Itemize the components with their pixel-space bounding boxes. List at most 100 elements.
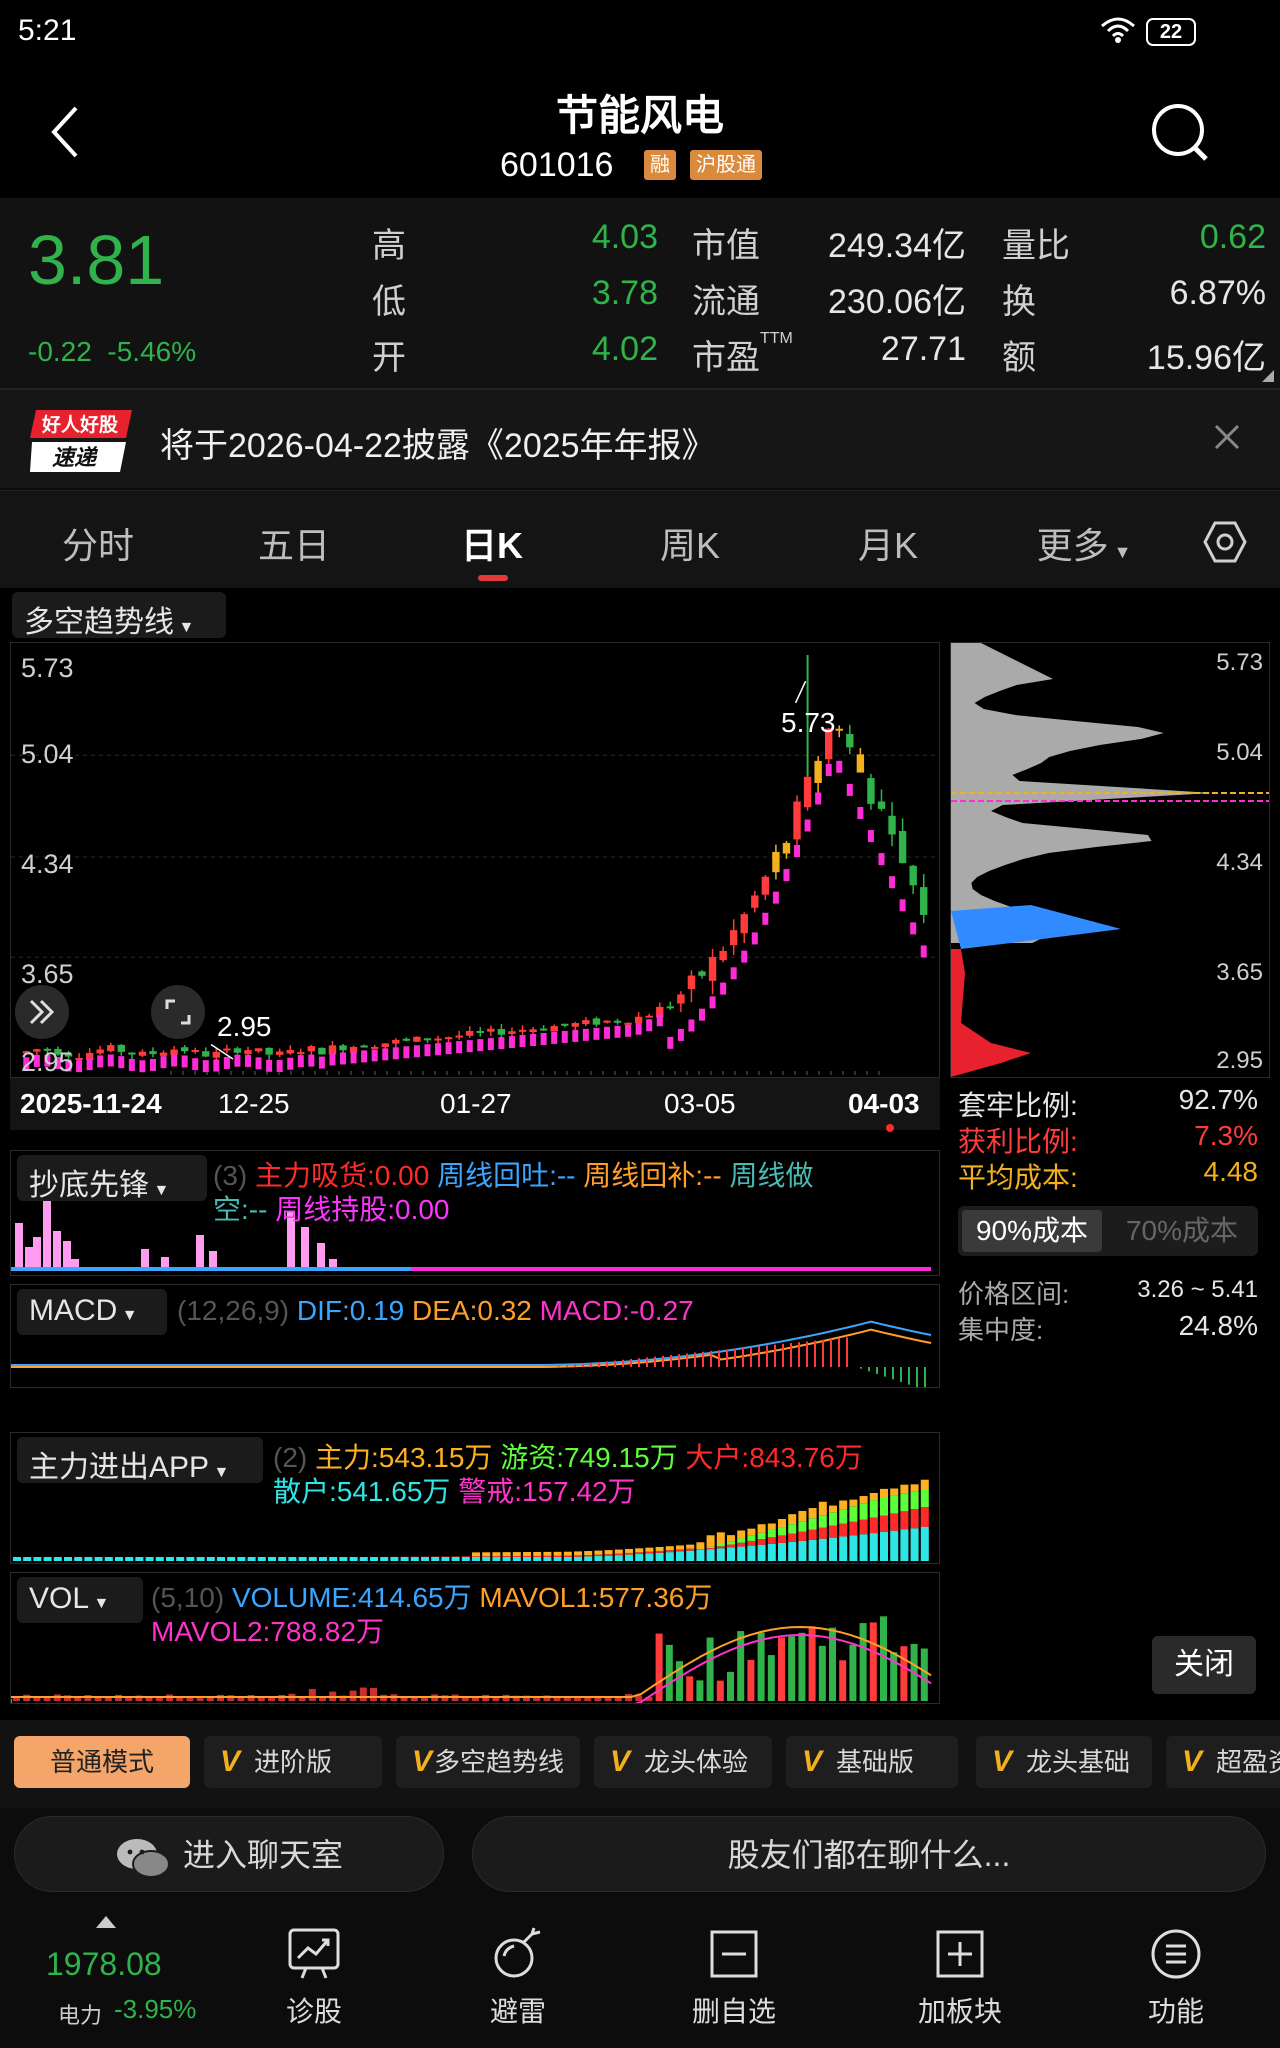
- chat-topic-button[interactable]: 股友们都在聊什么...: [472, 1816, 1266, 1892]
- vol-volume: VOLUME:414.65万: [231, 1582, 472, 1613]
- tab-weekly-k[interactable]: 周K: [600, 517, 780, 569]
- trend-segment: [466, 1040, 473, 1053]
- capital-flow-values-2: 散户:541.65万 警戒:157.42万: [273, 1475, 636, 1509]
- flow-main-bar: [839, 1500, 848, 1510]
- flow-main-bar: [910, 1484, 919, 1492]
- candle-body: [888, 815, 896, 835]
- ind1-item-3: 周线回补:--: [583, 1160, 722, 1191]
- flow-big-bar: [839, 1523, 848, 1537]
- tab-more[interactable]: 更多 ▼: [994, 517, 1174, 569]
- close-icon[interactable]: [1210, 420, 1244, 454]
- candle-body: [265, 1047, 273, 1055]
- candle-body: [508, 1031, 516, 1034]
- volume-panel[interactable]: VOL ▼ (5,10) VOLUME:414.65万 MAVOL1:577.3…: [10, 1572, 940, 1704]
- flow-big: 大户:843.76万: [685, 1442, 863, 1473]
- trend-segment: [86, 1058, 93, 1071]
- volume-bar: [920, 1648, 928, 1701]
- date-tick-4: 03-05: [664, 1088, 736, 1119]
- trend-segment: [149, 1058, 156, 1071]
- flow-retail-bar: [33, 1557, 42, 1561]
- candle-body: [466, 1030, 474, 1036]
- flow-retail-bar: [594, 1556, 603, 1561]
- kline-panel[interactable]: 5.73 5.04 4.34 3.65 2.95 5.73 2.95: [10, 642, 940, 1078]
- tab-daily-k[interactable]: 日K: [402, 517, 582, 569]
- trend-segment: [160, 1056, 167, 1069]
- vol-mavol1: MAVOL1:577.36万: [479, 1582, 713, 1613]
- bottom-fishing-panel[interactable]: 抄底先锋 ▼ (3) 主力吸货:0.00 周线回吐:-- 周线回补:-- 周线做…: [10, 1150, 940, 1276]
- ind1-item-1: 主力吸货:0.00: [255, 1160, 430, 1191]
- macd-dropdown[interactable]: MACD ▼: [17, 1289, 167, 1335]
- nav-functions[interactable]: 功能: [1106, 1926, 1246, 2030]
- bottom-fishing-values-2: 空:-- 周线持股:0.00: [213, 1193, 450, 1227]
- mode-super-profit[interactable]: V超盈资: [1166, 1736, 1280, 1788]
- trend-segment: [603, 1026, 610, 1039]
- flow-main-bar: [727, 1535, 735, 1542]
- flow-hot-bar: [900, 1493, 909, 1512]
- flow-retail-bar: [166, 1557, 174, 1561]
- volume-bar: [869, 1622, 877, 1701]
- macd-dea: DEA:0.32: [412, 1295, 532, 1326]
- notice-bar[interactable]: 好人好股 速递 将于2026-04-22披露《2025年年报》: [0, 388, 1280, 488]
- mode-trend-line[interactable]: V多空趋势线: [396, 1736, 580, 1788]
- tab-intraday[interactable]: 分时: [8, 517, 188, 569]
- avg-cost-label: 平均成本:: [958, 1162, 1078, 1193]
- flow-retail-bar: [910, 1528, 919, 1561]
- candle-body: [180, 1047, 189, 1052]
- flow-main-bar: [472, 1552, 480, 1557]
- enter-chat-button[interactable]: 进入聊天室: [14, 1816, 444, 1892]
- close-chip-button[interactable]: 关闭: [1152, 1636, 1256, 1694]
- nav-diagnose[interactable]: 诊股: [244, 1926, 384, 2030]
- candle-body: [677, 994, 685, 1004]
- trend-segment: [487, 1038, 494, 1051]
- flow-retail-bar: [808, 1539, 817, 1561]
- capital-flow-dropdown[interactable]: 主力进出APP ▼: [17, 1437, 263, 1484]
- mode-leader-basic[interactable]: V 龙头基础: [976, 1736, 1152, 1788]
- mode-advanced[interactable]: V 进阶版: [204, 1736, 382, 1788]
- flow-retail-bar: [635, 1554, 644, 1561]
- vol-mavol2: MAVOL2:788.82万: [151, 1616, 384, 1647]
- candle-body: [592, 1018, 601, 1025]
- capital-flow-panel[interactable]: 主力进出APP ▼ (2) 主力:543.15万 游资:749.15万 大户:8…: [10, 1432, 940, 1564]
- notice-text[interactable]: 将于2026-04-22披露《2025年年报》: [160, 418, 716, 467]
- kline-ytick-top: 5.73: [21, 653, 74, 683]
- candle-body: [423, 1038, 432, 1041]
- nav-mine-avoid[interactable]: 避雷: [448, 1926, 588, 2030]
- nav-remove-watchlist[interactable]: 删自选: [664, 1926, 804, 2030]
- macd-panel[interactable]: MACD ▼ (12,26,9) DIF:0.19 DEA:0.32 MACD:…: [10, 1284, 940, 1388]
- turnover-value: 6.87%: [1169, 274, 1266, 312]
- tab-five-day[interactable]: 五日: [204, 517, 384, 569]
- tab-90-cost[interactable]: 90%成本: [962, 1210, 1102, 1252]
- volume-bar: [696, 1680, 704, 1701]
- nav-add-block[interactable]: 加板块: [890, 1926, 1030, 2030]
- volume-bar: [727, 1671, 734, 1701]
- sector-index[interactable]: 1978.08 电力 -3.95%: [30, 1912, 220, 2042]
- caret-up-icon: [96, 1916, 116, 1928]
- mode-basic[interactable]: V 基础版: [786, 1736, 958, 1788]
- flow-retail-bar: [380, 1557, 389, 1561]
- bottom-nav: 1978.08 电力 -3.95% 诊股 避雷 删自选 加板块 功能: [0, 1904, 1280, 2048]
- search-icon[interactable]: [1148, 100, 1212, 164]
- candle-body: [740, 914, 748, 934]
- flow-retail-bar: [43, 1557, 52, 1561]
- volume-bar: [614, 1697, 622, 1701]
- flow-big-bar: [880, 1515, 888, 1532]
- mode-leader-trial[interactable]: V 龙头体验: [594, 1736, 772, 1788]
- settings-icon[interactable]: [1202, 519, 1248, 565]
- collapse-chip-button[interactable]: [15, 985, 69, 1039]
- chip-panel[interactable]: 5.73 5.04 4.34 3.65 2.95: [950, 642, 1270, 1078]
- volume-dropdown[interactable]: VOL ▼: [17, 1577, 143, 1623]
- candle-body: [487, 1028, 495, 1032]
- expand-corner-icon[interactable]: [1262, 370, 1274, 382]
- flow-big-bar: [502, 1556, 511, 1557]
- flow-hot-bar: [920, 1489, 929, 1507]
- volume-bar: [247, 1695, 255, 1701]
- fullscreen-button[interactable]: [151, 985, 205, 1039]
- kline-indicator-dropdown[interactable]: 多空趋势线 ▼: [12, 592, 226, 639]
- tab-70-cost[interactable]: 70%成本: [1112, 1210, 1252, 1252]
- tab-monthly-k[interactable]: 月K: [798, 517, 978, 569]
- mode-normal[interactable]: 普通模式: [14, 1736, 190, 1788]
- bottom-fishing-dropdown[interactable]: 抄底先锋 ▼: [17, 1155, 207, 1202]
- flow-retail-bar: [217, 1557, 225, 1561]
- ind1-item-2: 周线回吐:--: [437, 1160, 576, 1191]
- candle-body: [107, 1045, 115, 1052]
